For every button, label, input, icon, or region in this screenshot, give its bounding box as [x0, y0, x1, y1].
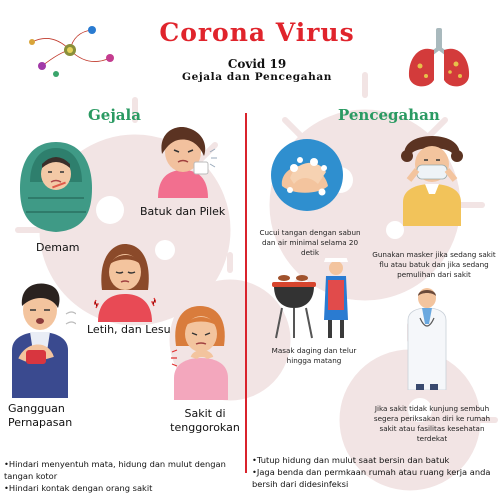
virus-particles-icon [29, 26, 114, 77]
hand-washing-icon [271, 139, 343, 211]
page-tagline: Gejala dan Pencegahan [182, 71, 332, 83]
pencegahan-bullet-item: Tutup hidung dan mulut saat bersin dan b… [252, 454, 498, 466]
pencegahan-bullet-item: Jaga benda dan permkaan rumah atau ruang… [252, 466, 498, 490]
section-divider [245, 113, 247, 473]
pencegahan-heading: Pencegahan [338, 106, 440, 124]
symptom-label-gangguan-pernapasan: Gangguan Pernapasan [8, 402, 73, 429]
gejala-bullet-item: Hindari kontak dengan orang sakit [4, 482, 240, 494]
symptom-label-sakit-tenggorokan: Sakit di tenggorokan [170, 407, 240, 434]
tip-label-cuci-tangan: Cucui tangan dengan sabun dan air minima… [259, 228, 361, 257]
mask-girl-icon [401, 136, 463, 226]
breathing-difficulty-person-icon [12, 283, 76, 398]
gejala-heading: Gejala [88, 106, 141, 124]
grill-cooking-icon [272, 258, 348, 339]
page-title: Corona Virus [159, 18, 355, 47]
fever-person-icon [20, 142, 92, 232]
doctor-icon [407, 288, 447, 390]
sore-throat-person-icon [171, 306, 228, 400]
lungs-icon [408, 28, 470, 87]
tired-person-icon [94, 244, 156, 322]
page-subtitle: Covid 19 [227, 57, 287, 71]
pencegahan-bullet-list: Tutup hidung dan mulut saat bersin dan b… [252, 454, 498, 490]
tip-label-masak-daging: Masak daging dan telur hingga matang [271, 346, 357, 365]
symptom-label-letih-lesu: Letih, dan Lesu [87, 323, 171, 336]
coughing-person-icon [158, 127, 217, 198]
tip-label-masker: Gunakan masker jika sedang sakit flu ata… [372, 250, 496, 279]
symptom-label-batuk-pilek: Batuk dan Pilek [140, 205, 226, 218]
gejala-bullet-item: Hindari menyentuh mata, hidung dan mulut… [4, 458, 240, 482]
tip-label-periksa-rumah-sakit: Jika sakit tidak kunjung sembuh segera p… [373, 404, 491, 443]
gejala-bullet-list: Hindari menyentuh mata, hidung dan mulut… [4, 458, 240, 494]
symptom-label-demam: Demam [36, 241, 80, 254]
